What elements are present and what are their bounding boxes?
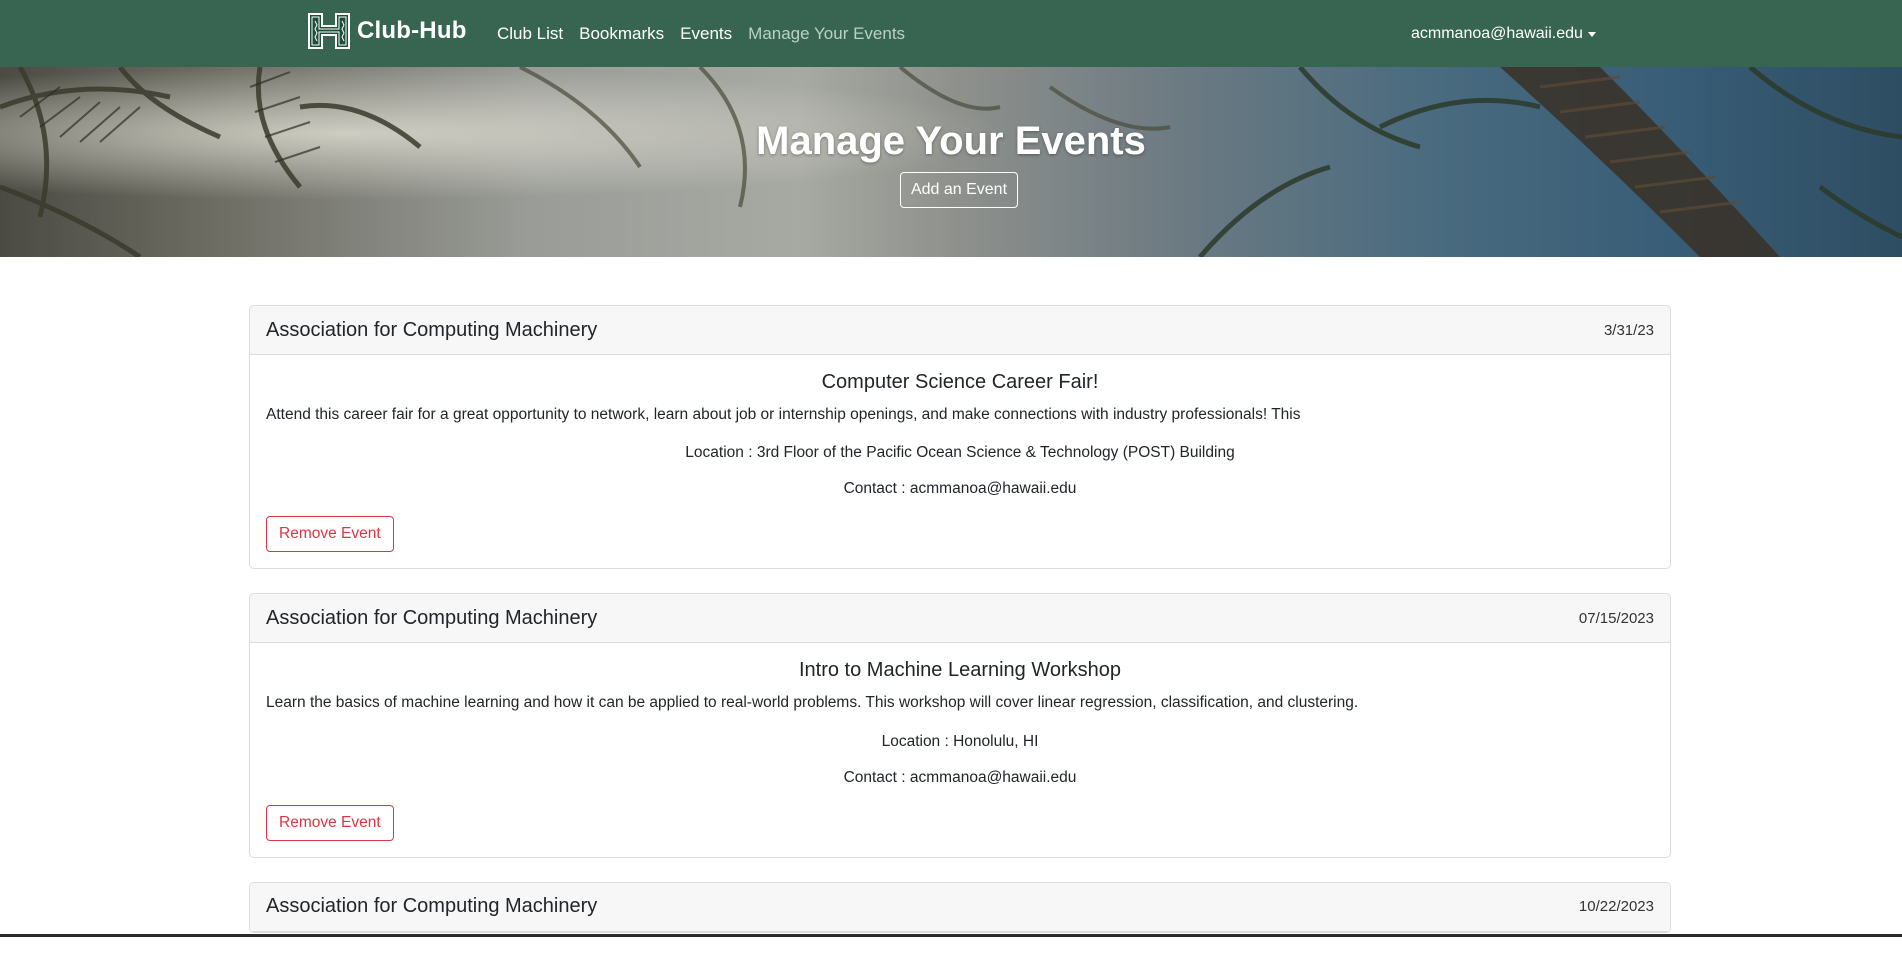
- card-header: Association for Computing Machinery 10/2…: [250, 882, 1670, 932]
- event-card: Association for Computing Machinery 3/31…: [249, 305, 1671, 570]
- event-date: 3/31/23: [1603, 321, 1654, 339]
- remove-event-button[interactable]: Remove Event: [266, 516, 394, 553]
- brand-link[interactable]: Club-Hub: [305, 11, 467, 51]
- user-dropdown[interactable]: acmmanoa@hawaii.edu: [1411, 0, 1596, 67]
- top-navbar: Club-Hub Club List Bookmarks Events Mana…: [0, 0, 1902, 67]
- nav-manage-events[interactable]: Manage Your Events: [748, 24, 905, 44]
- event-description: Attend this career fair for a great oppo…: [266, 406, 1301, 423]
- card-body: Computer Science Career Fair! Attend thi…: [250, 355, 1670, 568]
- event-contact: Contact : acmmanoa@hawaii.edu: [843, 768, 1077, 786]
- nav-links: Club List Bookmarks Events Manage Your E…: [497, 0, 921, 67]
- club-name: Association for Computing Machinery: [266, 318, 598, 341]
- event-date: 10/22/2023: [1578, 898, 1654, 916]
- event-contact: Contact : acmmanoa@hawaii.edu: [843, 480, 1077, 498]
- event-card: Association for Computing Machinery 10/2…: [249, 881, 1671, 933]
- card-body: Intro to Machine Learning Workshop Learn…: [250, 643, 1670, 856]
- caret-down-icon: [1587, 32, 1596, 37]
- event-description: Learn the basics of machine learning and…: [266, 694, 1359, 712]
- uh-h-logo-icon: [308, 13, 350, 49]
- add-event-button[interactable]: Add an Event: [900, 172, 1018, 208]
- card-header: Association for Computing Machinery 07/1…: [250, 594, 1670, 644]
- nav-events[interactable]: Events: [680, 24, 732, 44]
- card-header: Association for Computing Machinery 3/31…: [250, 306, 1670, 355]
- brand-name: Club-Hub: [357, 17, 467, 44]
- page-title: Manage Your Events: [756, 119, 1146, 163]
- club-name: Association for Computing Machinery: [266, 895, 598, 918]
- remove-event-button[interactable]: Remove Event: [266, 804, 394, 841]
- nav-club-list[interactable]: Club List: [497, 24, 563, 44]
- event-location: Location : 3rd Floor of the Pacific Ocea…: [685, 444, 1235, 462]
- nav-bookmarks[interactable]: Bookmarks: [579, 24, 664, 44]
- event-card: Association for Computing Machinery 07/1…: [249, 593, 1671, 858]
- club-name: Association for Computing Machinery: [266, 606, 598, 629]
- user-email: acmmanoa@hawaii.edu: [1411, 24, 1583, 42]
- event-date: 07/15/2023: [1578, 609, 1654, 627]
- event-title: Intro to Machine Learning Workshop: [798, 659, 1122, 682]
- events-list: Association for Computing Machinery 3/31…: [249, 305, 1671, 957]
- hero-banner: Manage Your Events Add an Event: [0, 67, 1902, 257]
- event-title: Computer Science Career Fair!: [821, 371, 1099, 393]
- event-location: Location : Honolulu, HI: [881, 732, 1039, 750]
